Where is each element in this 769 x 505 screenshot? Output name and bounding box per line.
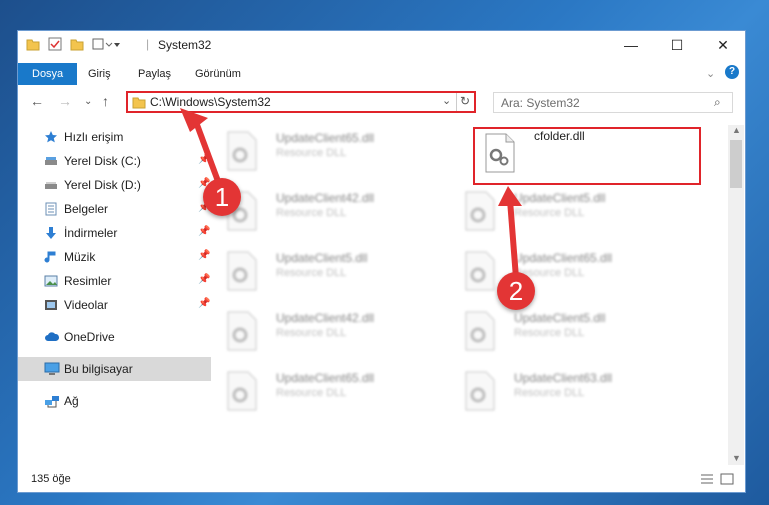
- annotation-overlay: [180, 108, 522, 279]
- arrow-two: [498, 186, 522, 279]
- step-marker-one: 1: [203, 178, 241, 216]
- step-marker-two: 2: [497, 272, 535, 310]
